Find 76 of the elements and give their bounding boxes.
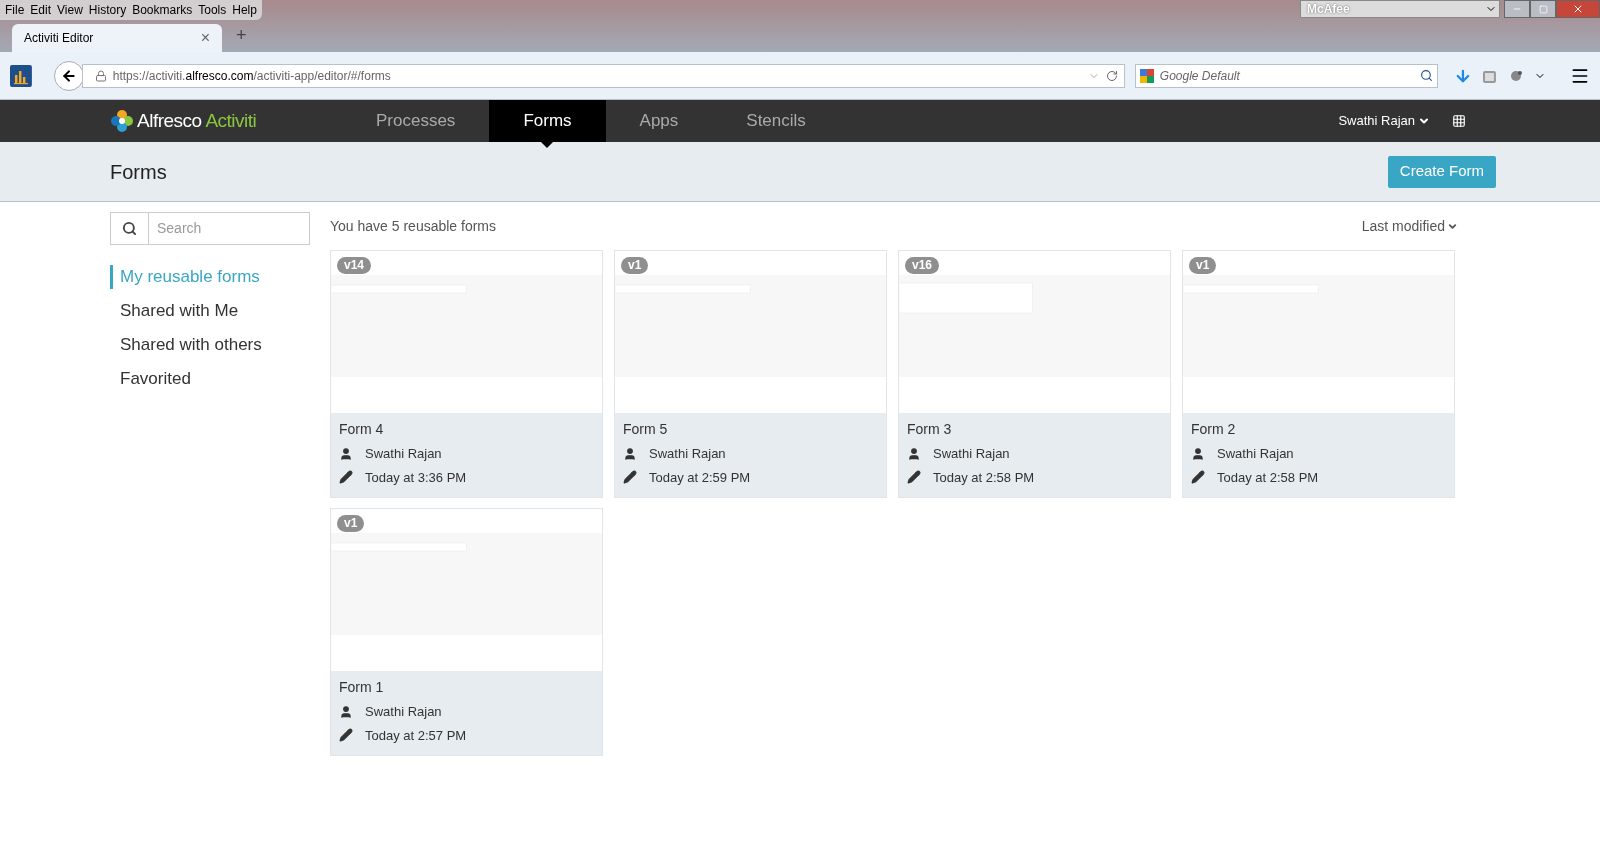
form-card[interactable]: v1 Form 1 Swathi Rajan Today at 2:57 PM (330, 508, 603, 756)
reload-icon[interactable] (1105, 69, 1118, 82)
forms-count: You have 5 reusable forms (330, 216, 497, 236)
menu-item[interactable]: History (85, 1, 130, 19)
search-icon[interactable] (1420, 69, 1434, 82)
form-owner: Swathi Rajan (365, 703, 442, 721)
user-icon (1191, 446, 1205, 461)
search-input[interactable]: Google Default (1159, 66, 1415, 85)
user-icon (623, 446, 637, 461)
new-tab-button[interactable]: + (236, 22, 247, 49)
form-name: Form 2 (1191, 420, 1237, 439)
sidebar-item[interactable]: Shared with Me (110, 299, 330, 323)
menu-item[interactable]: Edit (27, 1, 55, 19)
form-name: Form 1 (339, 678, 385, 697)
google-icon (1139, 68, 1154, 83)
version-badge: v1 (621, 257, 649, 274)
lock-icon (94, 69, 107, 82)
menu-item[interactable]: View (54, 1, 86, 19)
form-card[interactable]: v14 Form 4 Swathi Rajan Today at 3:36 PM (330, 250, 603, 498)
pencil-icon (339, 470, 353, 485)
form-owner: Swathi Rajan (1217, 445, 1294, 463)
logo-icon (110, 109, 134, 133)
user-icon (339, 446, 353, 461)
browser-tab[interactable]: Activiti Editor × (12, 24, 222, 52)
form-card[interactable]: v16 Form 3 Swathi Rajan Today at 2:58 PM (898, 250, 1171, 498)
user-icon (907, 446, 921, 461)
addon-label: McAfee (1307, 1, 1350, 18)
menu-item[interactable]: File (2, 1, 28, 19)
form-modified: Today at 2:59 PM (649, 468, 751, 487)
form-card[interactable]: v1 Form 2 Swathi Rajan Today at 2:58 PM (1182, 250, 1455, 498)
logo-text: Alfresco Activiti (137, 108, 257, 133)
search-field[interactable]: Search (149, 212, 310, 245)
nav-tab[interactable]: Processes (342, 100, 490, 142)
sidebar-item[interactable]: Shared with others (110, 333, 330, 357)
user-menu[interactable]: Swathi Rajan (1338, 100, 1430, 142)
address-bar[interactable]: https://activiti.alfresco.com/activiti-app/editor/#/forms (81, 63, 1125, 88)
pencil-icon (623, 470, 637, 485)
close-icon (1572, 3, 1584, 15)
pencil-icon (907, 470, 921, 485)
form-name: Form 4 (339, 420, 385, 439)
close-icon[interactable]: × (200, 26, 210, 50)
version-badge: v16 (905, 257, 940, 274)
sort-dropdown[interactable]: Last modified (1361, 215, 1458, 237)
menu-item[interactable]: Tools (195, 1, 230, 19)
form-modified: Today at 2:58 PM (933, 468, 1035, 487)
version-badge: v1 (1189, 257, 1217, 274)
search-button[interactable] (110, 212, 149, 245)
search-icon (122, 221, 137, 236)
form-card[interactable]: v1 Form 5 Swathi Rajan Today at 2:59 PM (614, 250, 887, 498)
maximize-icon (1538, 4, 1548, 14)
maximize-button[interactable] (1530, 0, 1556, 18)
url-text: https://activiti.alfresco.com/activiti-app/editor/#/forms (112, 67, 392, 85)
page-title: Forms (110, 159, 167, 185)
sidebar-item[interactable]: Favorited (110, 367, 330, 391)
form-modified: Today at 2:58 PM (1217, 468, 1319, 487)
pencil-icon (339, 728, 353, 743)
pencil-icon (1191, 470, 1205, 485)
form-owner: Swathi Rajan (933, 445, 1010, 463)
menu-item[interactable]: Bookmarks (129, 1, 196, 19)
addon-dropdown[interactable]: McAfee (1300, 0, 1500, 18)
version-badge: v14 (337, 257, 372, 274)
form-modified: Today at 2:57 PM (365, 726, 467, 745)
chart-icon[interactable] (10, 64, 32, 87)
form-modified: Today at 3:36 PM (365, 468, 467, 487)
search-bar[interactable]: Google Default (1134, 63, 1439, 88)
menu-item[interactable]: Help (229, 1, 260, 19)
back-button[interactable] (53, 60, 84, 91)
form-owner: Swathi Rajan (649, 445, 726, 463)
nav-tab[interactable]: Stencils (712, 100, 840, 142)
user-icon (339, 704, 353, 719)
minimize-button[interactable] (1504, 0, 1530, 18)
form-owner: Swathi Rajan (365, 445, 442, 463)
form-name: Form 3 (907, 420, 953, 439)
apps-grid-icon[interactable] (1452, 114, 1466, 128)
form-name: Form 5 (623, 420, 669, 439)
nav-tab[interactable]: Apps (605, 100, 713, 142)
